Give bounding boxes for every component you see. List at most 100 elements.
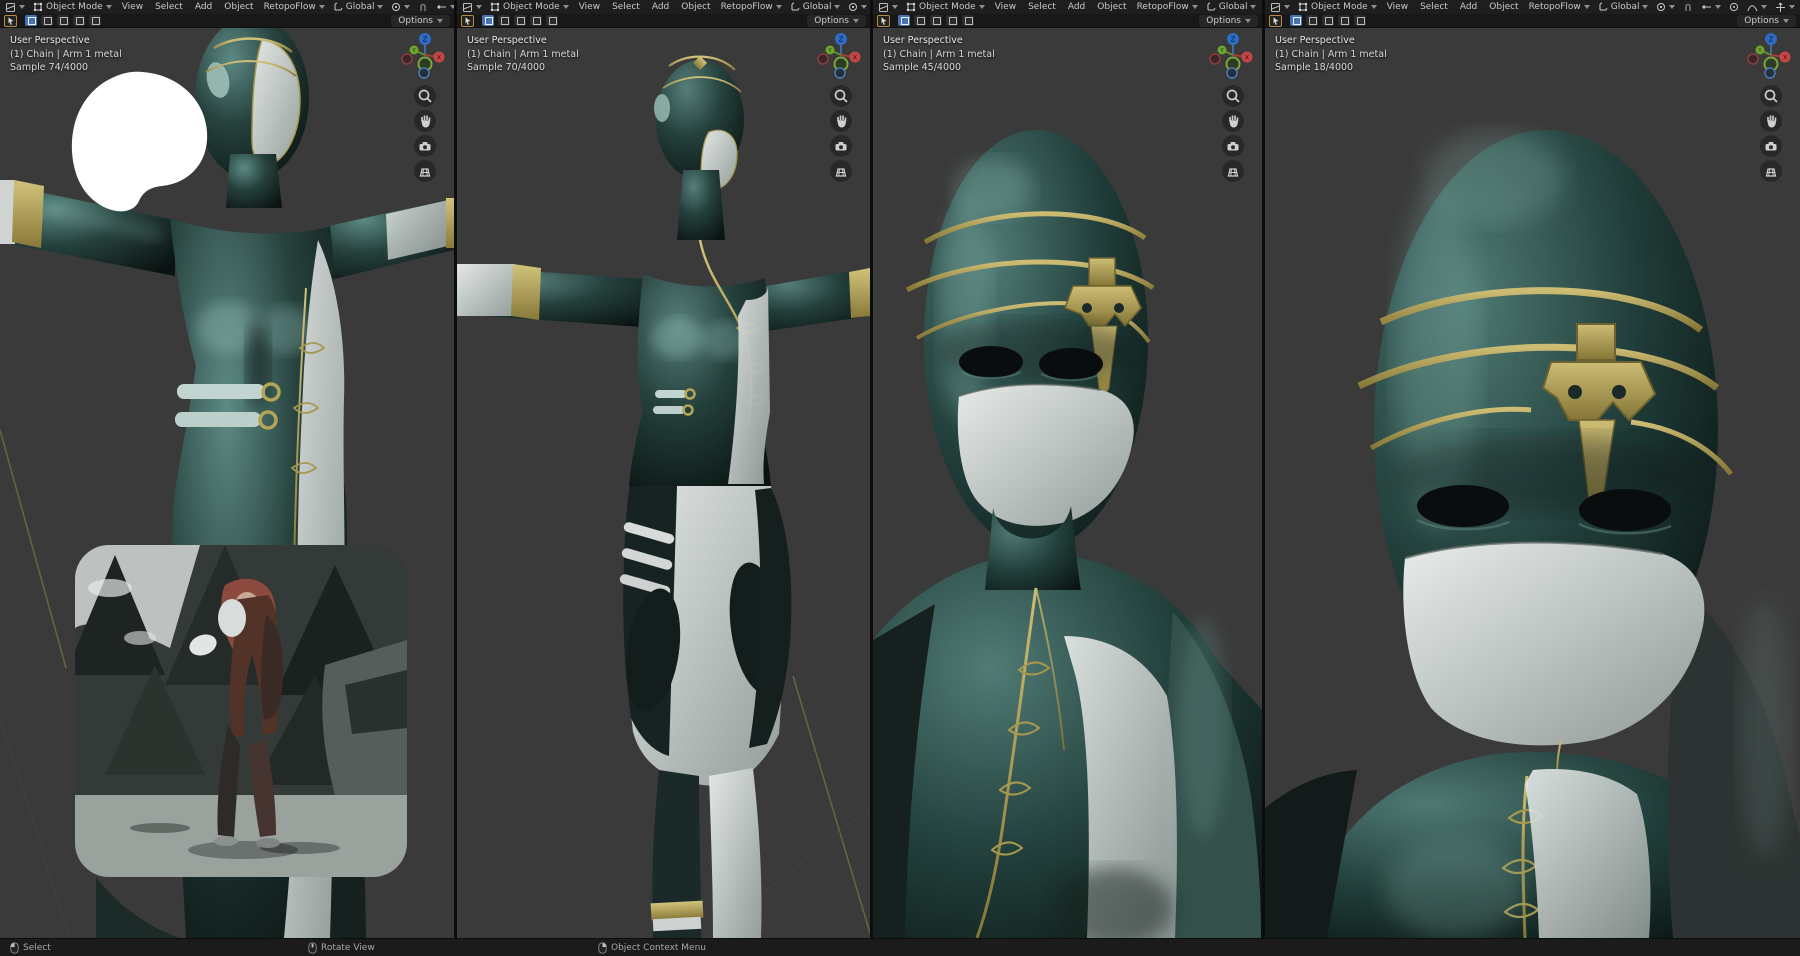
editor-type-selector[interactable] <box>878 2 898 13</box>
transform-orientation[interactable]: Global <box>1598 2 1649 12</box>
viewport-canvas-3[interactable]: User Perspective (1) Chain | Arm 1 metal… <box>873 28 1262 938</box>
menu-select[interactable]: Select <box>1026 2 1058 12</box>
pan-button[interactable] <box>1760 110 1782 132</box>
dropdown-arrow-icon <box>1761 5 1767 9</box>
pan-button[interactable] <box>830 110 852 132</box>
zoom-button[interactable] <box>414 85 436 107</box>
menu-add[interactable]: Add <box>650 2 671 12</box>
select-mode-intersect[interactable] <box>89 15 101 26</box>
menu-select[interactable]: Select <box>1418 2 1450 12</box>
pan-button[interactable] <box>414 110 436 132</box>
select-mode-subtract[interactable] <box>514 15 526 26</box>
reference-image[interactable] <box>65 545 407 877</box>
editor-type-selector[interactable] <box>1270 2 1290 13</box>
menu-add[interactable]: Add <box>1066 2 1087 12</box>
snap-toggle[interactable] <box>418 2 428 12</box>
ortho-toggle-button[interactable] <box>830 160 852 182</box>
retopoflow-menu[interactable]: RetopoFlow <box>264 2 325 12</box>
select-mode-extend[interactable] <box>1306 15 1318 26</box>
snap-target-selector[interactable] <box>436 2 454 12</box>
select-mode-set[interactable] <box>898 15 910 26</box>
mode-selector[interactable]: Object Mode <box>33 2 112 12</box>
navigation-gizmo[interactable]: Z Y X <box>399 31 451 79</box>
active-tool-button[interactable] <box>4 15 17 27</box>
retopoflow-menu[interactable]: RetopoFlow <box>721 2 782 12</box>
transform-orientation[interactable]: Global <box>790 2 841 12</box>
transform-orientation[interactable]: Global <box>1206 2 1257 12</box>
active-tool-button[interactable] <box>877 15 890 27</box>
select-mode-intersect[interactable] <box>1354 15 1366 26</box>
pivot-point-selector[interactable] <box>391 2 410 12</box>
viewport-canvas-1[interactable]: User Perspective (1) Chain | Arm 1 metal… <box>0 28 454 938</box>
select-mode-invert[interactable] <box>946 15 958 26</box>
select-mode-intersect[interactable] <box>546 15 558 26</box>
viewport-1: Object Mode View Select Add Object Retop… <box>0 0 454 938</box>
mode-selector[interactable]: Object Mode <box>490 2 569 12</box>
menu-select[interactable]: Select <box>153 2 185 12</box>
select-mode-extend[interactable] <box>498 15 510 26</box>
menu-object[interactable]: Object <box>679 2 712 12</box>
dropdown-arrow-icon <box>776 5 782 9</box>
menu-object[interactable]: Object <box>1487 2 1520 12</box>
camera-view-button[interactable] <box>414 135 436 157</box>
retopoflow-menu[interactable]: RetopoFlow <box>1529 2 1590 12</box>
ortho-toggle-button[interactable] <box>1222 160 1244 182</box>
show-gizmo-selector[interactable] <box>1775 2 1795 13</box>
camera-view-button[interactable] <box>1760 135 1782 157</box>
select-mode-extend[interactable] <box>41 15 53 26</box>
mode-selector[interactable]: Object Mode <box>906 2 985 12</box>
menu-view[interactable]: View <box>120 2 145 12</box>
falloff-selector[interactable] <box>1747 2 1767 12</box>
retopoflow-menu[interactable]: RetopoFlow <box>1137 2 1198 12</box>
menu-view[interactable]: View <box>577 2 602 12</box>
proportional-editing-toggle[interactable] <box>1729 2 1739 12</box>
active-tool-button[interactable] <box>461 15 474 27</box>
menu-add[interactable]: Add <box>193 2 214 12</box>
viewport-canvas-2[interactable]: User Perspective (1) Chain | Arm 1 metal… <box>457 28 870 938</box>
navigation-gizmo[interactable]: Z Y X <box>1745 31 1797 79</box>
active-tool-button[interactable] <box>1269 15 1282 27</box>
select-mode-extend[interactable] <box>914 15 926 26</box>
select-mode-set[interactable] <box>1290 15 1302 26</box>
pivot-point-selector[interactable] <box>848 2 867 12</box>
viewport-nav-cluster: Z Y X <box>399 31 451 182</box>
zoom-button[interactable] <box>830 85 852 107</box>
select-mode-set[interactable] <box>482 15 494 26</box>
options-button[interactable]: Options <box>1199 15 1258 27</box>
editor-type-selector[interactable] <box>462 2 482 13</box>
viewport-canvas-4[interactable]: User Perspective (1) Chain | Arm 1 metal… <box>1265 28 1800 938</box>
select-mode-invert[interactable] <box>1338 15 1350 26</box>
mode-selector[interactable]: Object Mode <box>1298 2 1377 12</box>
snap-target-selector[interactable] <box>1701 2 1721 12</box>
grid-perspective-icon <box>416 162 434 180</box>
camera-view-button[interactable] <box>830 135 852 157</box>
pivot-point-selector[interactable] <box>1656 2 1675 12</box>
select-mode-subtract[interactable] <box>57 15 69 26</box>
zoom-button[interactable] <box>1760 85 1782 107</box>
menu-view[interactable]: View <box>993 2 1018 12</box>
select-mode-invert[interactable] <box>73 15 85 26</box>
select-mode-intersect[interactable] <box>962 15 974 26</box>
ortho-toggle-button[interactable] <box>1760 160 1782 182</box>
camera-view-button[interactable] <box>1222 135 1244 157</box>
transform-orientation[interactable]: Global <box>333 2 384 12</box>
options-button[interactable]: Options <box>391 15 450 27</box>
select-mode-subtract[interactable] <box>930 15 942 26</box>
editor-type-selector[interactable] <box>5 2 25 13</box>
options-button[interactable]: Options <box>1737 15 1796 27</box>
pan-button[interactable] <box>1222 110 1244 132</box>
ortho-toggle-button[interactable] <box>414 160 436 182</box>
select-mode-subtract[interactable] <box>1322 15 1334 26</box>
menu-add[interactable]: Add <box>1458 2 1479 12</box>
menu-object[interactable]: Object <box>222 2 255 12</box>
menu-object[interactable]: Object <box>1095 2 1128 12</box>
menu-select[interactable]: Select <box>610 2 642 12</box>
snap-toggle[interactable] <box>1683 2 1693 12</box>
options-button[interactable]: Options <box>807 15 866 27</box>
menu-view[interactable]: View <box>1385 2 1410 12</box>
navigation-gizmo[interactable]: Z Y X <box>815 31 867 79</box>
select-mode-invert[interactable] <box>530 15 542 26</box>
navigation-gizmo[interactable]: Z Y X <box>1207 31 1259 79</box>
zoom-button[interactable] <box>1222 85 1244 107</box>
select-mode-set[interactable] <box>25 15 37 26</box>
